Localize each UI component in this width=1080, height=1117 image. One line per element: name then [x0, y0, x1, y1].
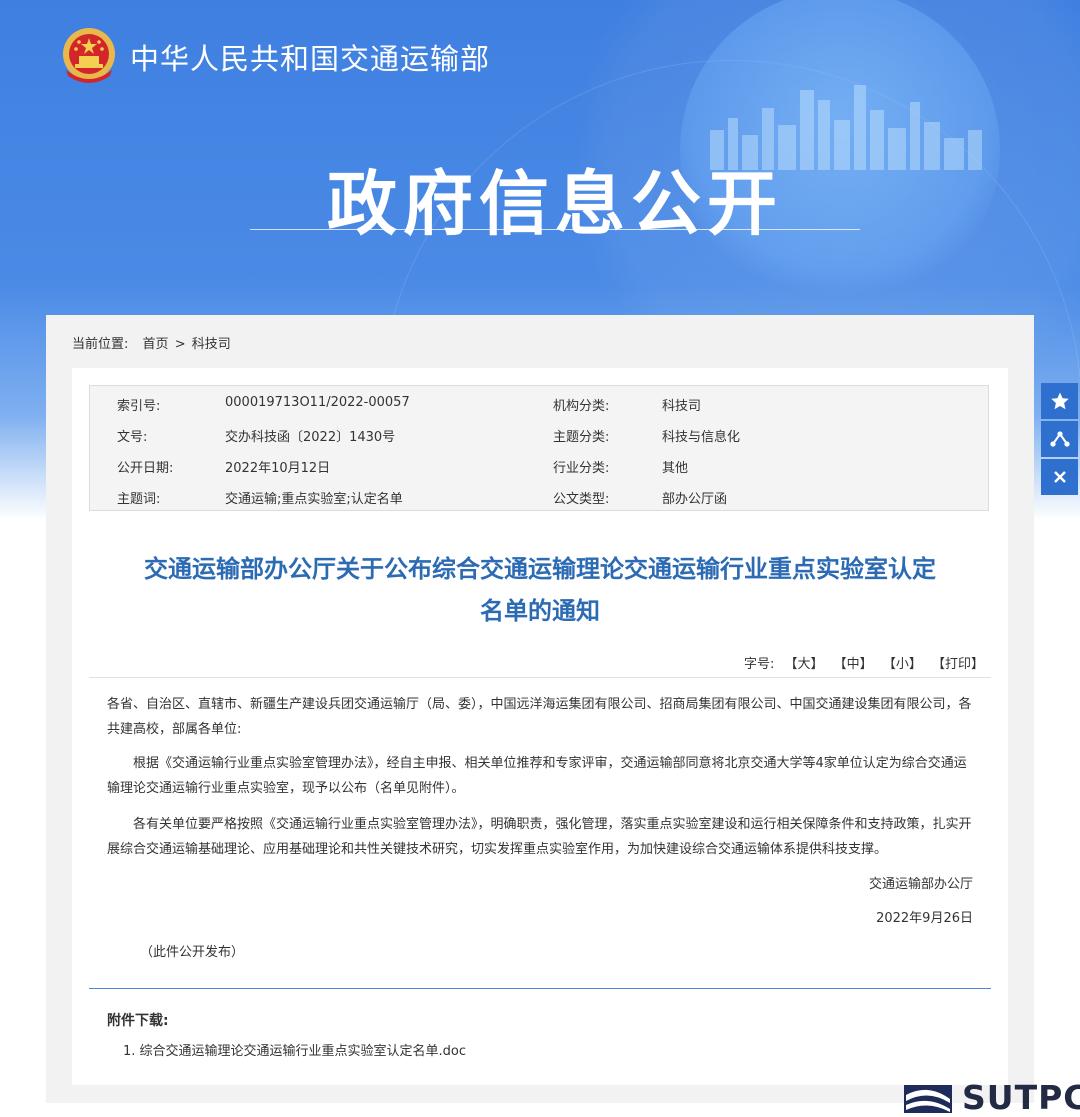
meta-key: 公开日期: — [117, 461, 174, 476]
divider — [89, 988, 991, 989]
breadcrumb-home[interactable]: 首页 — [143, 337, 169, 352]
share-icon — [1049, 431, 1070, 447]
publish-note: （此件公开发布） — [140, 945, 245, 960]
body-paragraph: 各有关单位要严格按照《交通运输行业重点实验室管理办法》，明确职责，强化管理，落实… — [107, 817, 972, 857]
print-button[interactable]: 【打印】 — [932, 657, 984, 672]
meta-value: 部办公厅函 — [662, 492, 728, 507]
share-button[interactable] — [1041, 421, 1078, 457]
meta-value: 科技与信息化 — [662, 430, 741, 445]
close-button[interactable] — [1041, 459, 1078, 495]
meta-key: 主题词: — [117, 492, 161, 507]
meta-value: 科技司 — [662, 399, 702, 414]
section-title: 政府信息公开 — [327, 163, 783, 245]
font-small-button[interactable]: 【小】 — [883, 657, 922, 672]
metadata-table: 索引号: 000019713O11/2022-00057 机构分类: 科技司 文… — [89, 385, 989, 511]
signature: 交通运输部办公厅 — [868, 877, 973, 892]
title-underline — [250, 229, 860, 230]
font-size-bar: 字号: 【大】 【中】 【小】 【打印】 — [744, 653, 984, 672]
meta-key: 索引号: — [117, 399, 161, 414]
document-title-line2: 名单的通知 — [480, 597, 600, 625]
star-icon — [1050, 392, 1069, 410]
addressee-paragraph: 各省、自治区、直辖市、新疆生产建设兵团交通运输厅（局、委），中国远洋海运集团有限… — [107, 697, 972, 737]
breadcrumb-separator: > — [174, 337, 186, 352]
meta-key: 主题分类: — [553, 430, 610, 445]
font-size-label: 字号: — [743, 657, 775, 672]
body-paragraph: 根据《交通运输行业重点实验室管理办法》，经自主申报、相关单位推荐和专家评审，交通… — [107, 756, 967, 796]
ministry-name[interactable]: 中华人民共和国交通运输部 — [130, 36, 490, 78]
divider — [89, 677, 991, 678]
meta-key: 机构分类: — [553, 399, 610, 414]
meta-key: 文号: — [117, 430, 148, 445]
sutpc-watermark: SUTPC — [962, 1078, 1080, 1117]
meta-value: 交办科技函〔2022〕1430号 — [225, 430, 396, 445]
meta-value: 000019713O11/2022-00057 — [225, 395, 410, 410]
font-large-button[interactable]: 【大】 — [785, 657, 824, 672]
attachments-heading: 附件下载: — [107, 1013, 169, 1029]
breadcrumb-prefix: 当前位置: — [72, 337, 129, 352]
signature-date: 2022年9月26日 — [876, 911, 973, 926]
meta-key: 行业分类: — [553, 461, 610, 476]
meta-key: 公文类型: — [553, 492, 610, 507]
breadcrumb-current[interactable]: 科技司 — [192, 337, 231, 352]
font-medium-button[interactable]: 【中】 — [834, 657, 873, 672]
meta-value: 其他 — [662, 461, 689, 476]
breadcrumb: 当前位置: 首页 > 科技司 — [72, 333, 233, 352]
national-emblem-icon — [63, 28, 115, 83]
side-toolbar — [1041, 383, 1078, 497]
favorite-button[interactable] — [1041, 383, 1078, 419]
document-title-line1: 交通运输部办公厅关于公布综合交通运输理论交通运输行业重点实验室认定 — [144, 555, 936, 583]
attachment-link[interactable]: 1. 综合交通运输理论交通运输行业重点实验室认定名单.doc — [123, 1040, 466, 1059]
document-title: 交通运输部办公厅关于公布综合交通运输理论交通运输行业重点实验室认定 名单的通知 — [89, 548, 991, 632]
meta-value: 2022年10月12日 — [225, 461, 331, 476]
meta-value: 交通运输;重点实验室;认定名单 — [225, 492, 403, 507]
close-icon — [1053, 471, 1066, 483]
